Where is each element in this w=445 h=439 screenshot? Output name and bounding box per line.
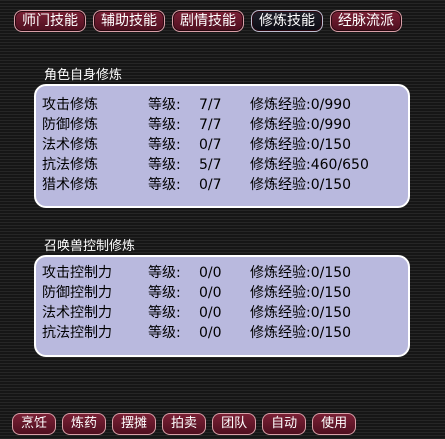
cultivation-row[interactable]: 抗法修炼 等级: 5/7 修炼经验:460/650 [36, 155, 408, 175]
level-value: 0/7 [199, 137, 222, 153]
tab-meridian-school[interactable]: 经脉流派 [330, 10, 402, 32]
level-label: 等级: [148, 177, 181, 193]
tab-support-skills[interactable]: 辅助技能 [93, 10, 165, 32]
self-cultivation-title: 角色自身修炼 [44, 68, 123, 83]
pet-cultivation-title: 召唤兽控制修炼 [44, 239, 136, 254]
cultivation-row[interactable]: 防御修炼 等级: 7/7 修炼经验:0/990 [36, 115, 408, 135]
cultivation-row[interactable]: 猎术修炼 等级: 0/7 修炼经验:0/150 [36, 175, 408, 195]
level-label: 等级: [148, 137, 181, 153]
level-label: 等级: [148, 157, 181, 173]
level-label: 等级: [148, 285, 181, 301]
skill-name: 防御控制力 [42, 285, 112, 301]
exp-value: 修炼经验:460/650 [250, 157, 369, 173]
skill-name: 抗法控制力 [42, 325, 112, 341]
cultivation-row[interactable]: 攻击修炼 等级: 7/7 修炼经验:0/990 [36, 95, 408, 115]
level-value: 0/0 [199, 285, 222, 301]
team-button[interactable]: 团队 [212, 413, 257, 435]
exp-value: 修炼经验:0/150 [250, 325, 352, 341]
skill-name: 法术修炼 [42, 137, 98, 153]
alchemy-button[interactable]: 炼药 [62, 413, 107, 435]
exp-value: 修炼经验:0/150 [250, 305, 352, 321]
cultivation-row[interactable]: 法术控制力 等级: 0/0 修炼经验:0/150 [36, 303, 408, 323]
level-value: 7/7 [199, 97, 222, 113]
skill-name: 攻击控制力 [42, 265, 112, 281]
skill-tabs: 师门技能 辅助技能 剧情技能 修炼技能 经脉流派 [14, 10, 402, 32]
level-value: 0/0 [199, 265, 222, 281]
exp-value: 修炼经验:0/990 [250, 117, 352, 133]
level-value: 5/7 [199, 157, 222, 173]
exp-value: 修炼经验:0/150 [250, 177, 352, 193]
stall-button[interactable]: 摆摊 [112, 413, 157, 435]
auction-button[interactable]: 拍卖 [162, 413, 207, 435]
cultivation-row[interactable]: 攻击控制力 等级: 0/0 修炼经验:0/150 [36, 263, 408, 283]
exp-value: 修炼经验:0/150 [250, 137, 352, 153]
auto-button[interactable]: 自动 [262, 413, 307, 435]
level-label: 等级: [148, 325, 181, 341]
level-label: 等级: [148, 265, 181, 281]
cultivation-row[interactable]: 防御控制力 等级: 0/0 修炼经验:0/150 [36, 283, 408, 303]
tab-cultivation-skills[interactable]: 修炼技能 [251, 10, 323, 32]
exp-value: 修炼经验:0/150 [250, 285, 352, 301]
cooking-button[interactable]: 烹饪 [12, 413, 57, 435]
skill-name: 法术控制力 [42, 305, 112, 321]
cultivation-row[interactable]: 抗法控制力 等级: 0/0 修炼经验:0/150 [36, 323, 408, 343]
bottom-action-bar: 烹饪 炼药 摆摊 拍卖 团队 自动 使用 [12, 413, 357, 435]
level-value: 0/7 [199, 177, 222, 193]
level-label: 等级: [148, 305, 181, 321]
tab-story-skills[interactable]: 剧情技能 [172, 10, 244, 32]
level-value: 7/7 [199, 117, 222, 133]
skill-name: 猎术修炼 [42, 177, 98, 193]
exp-value: 修炼经验:0/990 [250, 97, 352, 113]
cultivation-row[interactable]: 法术修炼 等级: 0/7 修炼经验:0/150 [36, 135, 408, 155]
tab-school-skills[interactable]: 师门技能 [14, 10, 86, 32]
level-label: 等级: [148, 97, 181, 113]
skill-name: 防御修炼 [42, 117, 98, 133]
level-value: 0/0 [199, 325, 222, 341]
level-value: 0/0 [199, 305, 222, 321]
skill-name: 抗法修炼 [42, 157, 98, 173]
level-label: 等级: [148, 117, 181, 133]
self-cultivation-panel: 攻击修炼 等级: 7/7 修炼经验:0/990 防御修炼 等级: 7/7 修炼经… [34, 84, 410, 208]
exp-value: 修炼经验:0/150 [250, 265, 352, 281]
skill-name: 攻击修炼 [42, 97, 98, 113]
pet-cultivation-panel: 攻击控制力 等级: 0/0 修炼经验:0/150 防御控制力 等级: 0/0 修… [34, 255, 410, 357]
use-button[interactable]: 使用 [312, 413, 357, 435]
